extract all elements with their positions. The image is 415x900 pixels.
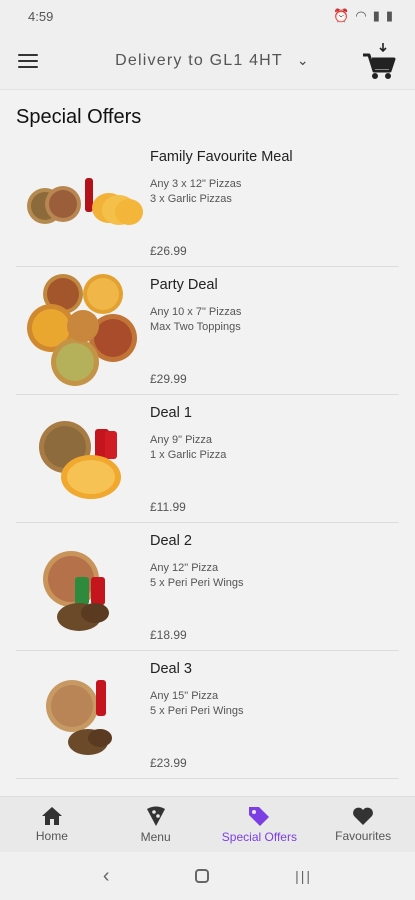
offer-line: Any 3 x 12" Pizzas <box>150 178 242 190</box>
offer-price: £29.99 <box>150 372 187 386</box>
offer-line: Max Two Toppings <box>150 321 241 333</box>
home-icon <box>41 807 62 825</box>
battery-icon: ▮ <box>385 8 393 23</box>
nav-special-offers[interactable]: Special Offers <box>208 797 312 852</box>
offer-image <box>16 651 150 778</box>
bottom-nav: Home Menu Special Offers Favourites <box>0 796 415 852</box>
offer-line: 1 x Garlic Pizza <box>150 449 227 461</box>
offer-title: Deal 2 <box>150 533 192 549</box>
chevron-down-icon: ⌄ <box>296 52 310 68</box>
back-icon[interactable]: ‹ <box>103 865 110 888</box>
offer-title: Family Favourite Meal <box>150 149 293 165</box>
nav-favourites-label: Favourites <box>335 829 392 843</box>
home-button-icon[interactable] <box>195 869 210 883</box>
page-title: Special Offers <box>16 106 142 128</box>
heart-icon <box>353 807 374 825</box>
offer-title: Party Deal <box>150 277 218 293</box>
offer-image <box>16 395 150 522</box>
offer-price: £26.99 <box>150 244 187 258</box>
pizza-slice-icon <box>146 806 165 826</box>
tag-icon <box>249 807 270 826</box>
recents-icon[interactable]: ||| <box>295 868 312 884</box>
offer-price: £23.99 <box>150 756 187 770</box>
offer-price: £11.99 <box>150 500 186 514</box>
offer-line: 5 x Peri Peri Wings <box>150 577 244 589</box>
offer-image <box>16 139 150 266</box>
offers-content: Special Offers Family Favourite Meal Any… <box>0 90 415 796</box>
app-bar: Delivery to GL1 4HT ⌄ <box>0 32 415 90</box>
offer-line: Any 15" Pizza <box>150 690 219 702</box>
offer-image <box>16 267 150 394</box>
offer-price: £18.99 <box>150 628 187 642</box>
wifi-icon: ◠ <box>355 8 367 23</box>
offer-card[interactable]: Party Deal Any 10 x 7" Pizzas Max Two To… <box>16 267 399 395</box>
offer-title: Deal 1 <box>150 405 192 421</box>
offer-image <box>16 523 150 650</box>
offer-card[interactable]: Deal 2 Any 12" Pizza 5 x Peri Peri Wings… <box>16 523 399 651</box>
status-bar: 4:59 ⏰ ◠ ▮ ▮ <box>0 0 415 32</box>
cart-icon[interactable] <box>361 41 397 81</box>
offer-card[interactable]: Family Favourite Meal Any 3 x 12" Pizzas… <box>16 139 399 267</box>
nav-menu[interactable]: Menu <box>104 797 208 852</box>
nav-home-label: Home <box>35 829 68 843</box>
nav-home[interactable]: Home <box>0 797 104 852</box>
nav-menu-label: Menu <box>140 830 171 844</box>
offer-line: 3 x Garlic Pizzas <box>150 193 232 205</box>
offer-line: 5 x Peri Peri Wings <box>150 705 244 717</box>
status-time: 4:59 <box>28 8 54 24</box>
nav-favourites[interactable]: Favourites <box>311 797 415 852</box>
offer-line: Any 9" Pizza <box>150 434 212 446</box>
signal-icon: ▮ <box>372 8 380 23</box>
nav-offers-label: Special Offers <box>221 830 297 844</box>
delivery-selector[interactable]: Delivery to GL1 4HT ⌄ <box>64 52 361 70</box>
offer-card[interactable]: Deal 3 Any 15" Pizza 5 x Peri Peri Wings… <box>16 651 399 779</box>
offer-title: Deal 3 <box>150 661 192 677</box>
offer-line: Any 12" Pizza <box>150 562 219 574</box>
delivery-label: Delivery to GL1 4HT <box>115 51 283 69</box>
offer-line: Any 10 x 7" Pizzas <box>150 306 242 318</box>
menu-icon[interactable] <box>18 53 38 68</box>
alarm-icon: ⏰ <box>333 8 350 23</box>
offer-card[interactable]: Deal 1 Any 9" Pizza 1 x Garlic Pizza £11… <box>16 395 399 523</box>
system-nav: ‹ ||| <box>0 852 415 900</box>
status-icons: ⏰ ◠ ▮ ▮ <box>333 8 393 24</box>
